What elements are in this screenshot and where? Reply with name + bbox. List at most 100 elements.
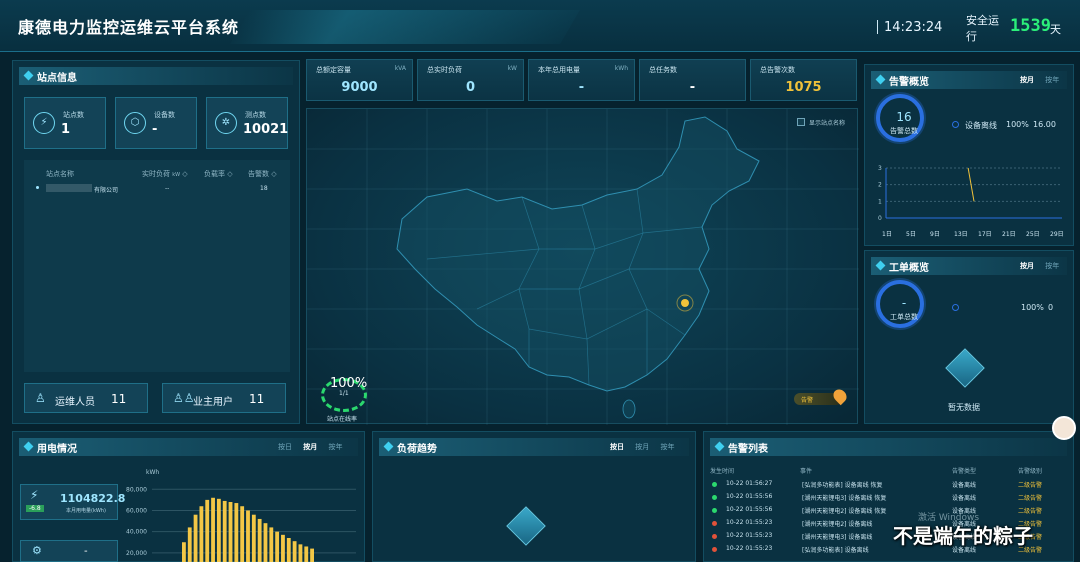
stat-value: 1 — [61, 122, 71, 137]
stat-label: 设备数 — [154, 111, 175, 119]
change-badge: -6.8 — [26, 505, 44, 512]
row-time: 10-22 01:55:23 — [726, 532, 773, 539]
row-event: [湖州天能锂电3] 设备离线 恢复 — [802, 495, 887, 502]
col-header-event: 事件 — [800, 468, 813, 475]
bar — [182, 542, 186, 562]
tab-month[interactable]: 按月 — [1020, 262, 1034, 270]
header-decoration — [230, 10, 580, 44]
table-row[interactable]: 10-22 01:56:27 [弘润多功能表] 设备离线 恢复 设备离线 二级告… — [706, 479, 1068, 491]
row-event: [弘润多功能表] 设备离线 — [802, 547, 869, 554]
work-overview-panel: 工单概览 按月 按年 — [864, 250, 1074, 424]
tab-year[interactable]: 按年 — [1045, 76, 1059, 84]
y-tick-label: 20,000 — [126, 550, 147, 557]
stat-point-count: ✲ 测点数 10021 — [206, 97, 288, 149]
bar — [193, 514, 198, 562]
bar — [228, 502, 233, 562]
diamond-icon — [875, 260, 886, 271]
table-header[interactable]: 告警数 ◇ — [248, 169, 277, 179]
alarm-total-label: 告警总数 — [890, 127, 918, 135]
panel-header: 负荷趋势 按日 按月 按年 — [379, 438, 689, 456]
legend-percent: 100% — [1006, 120, 1029, 129]
panel-title: 用电情况 — [37, 444, 77, 455]
row-time: 10-22 01:55:23 — [726, 545, 773, 552]
kpi-value: 1075 — [785, 80, 822, 95]
app-title: 康德电力监控运维云平台系统 — [18, 18, 240, 37]
kpi-label: 总任务数 — [649, 66, 677, 74]
col-header-level: 告警级别 — [1018, 468, 1043, 475]
tab-day[interactable]: 按日 — [610, 443, 624, 451]
bar — [205, 499, 210, 562]
tab-month[interactable]: 按月 — [1020, 76, 1034, 84]
panel-header: 用电情况 按日 按月 按年 — [19, 438, 358, 456]
bar — [234, 503, 239, 562]
china-map[interactable] — [306, 108, 859, 425]
bar — [216, 498, 221, 562]
stat-device-count: ⬡ 设备数 - — [115, 97, 197, 149]
row-time: 10-22 01:55:56 — [726, 493, 773, 500]
safe-run-days: 1539 — [1010, 16, 1051, 36]
kpi-label: 总额定容量 — [316, 66, 351, 74]
avatar[interactable] — [1052, 416, 1076, 440]
stat-station-count: ⚡ 站点数 1 — [24, 97, 106, 149]
tab-year[interactable]: 按年 — [660, 443, 674, 451]
row-event: [湖州天能锂电2] 设备离线 — [802, 521, 873, 528]
col-header-type: 告警类型 — [952, 468, 977, 475]
y-tick-label: 40,000 — [126, 529, 147, 536]
alarm-total-value: 16 — [896, 110, 912, 124]
stat-value: 10021 — [243, 122, 289, 137]
work-total-label: 工单总数 — [890, 313, 918, 321]
bar — [199, 506, 204, 562]
period-tabs: 按月 按年 — [1011, 75, 1059, 85]
table-header[interactable]: 实时负荷 kW ◇ — [142, 169, 188, 179]
legend-dot-icon — [952, 121, 959, 128]
kpi-label: 总告警次数 — [760, 66, 795, 74]
row-load: -- — [165, 185, 170, 192]
alarm-line-chart: 0 1 2 3 1日 5日 9日 13日 17日 21日 25日 29日 — [878, 165, 1064, 238]
tab-year[interactable]: 按年 — [328, 443, 342, 451]
ops-staff-card: ♙ 运维人员 11 — [24, 383, 148, 413]
kpi-total-tasks: 总任务数 - — [639, 59, 746, 101]
tab-month[interactable]: 按月 — [303, 443, 317, 451]
x-tick-label: 13日 — [954, 231, 968, 238]
table-row[interactable]: 10-22 01:55:56 [湖州天能锂电2] 设备离线 恢复 设备离线 二级… — [706, 505, 1068, 517]
header-label: 负载率 — [204, 170, 225, 178]
panel-title: 告警列表 — [728, 444, 768, 455]
panel-title: 工单概览 — [889, 263, 929, 274]
row-time: 10-22 01:56:27 — [726, 480, 773, 487]
panel-header: 站点信息 — [19, 67, 293, 85]
table-header: 站点名称 — [46, 170, 74, 178]
month-consumption-value: 1104822.8 — [60, 492, 126, 505]
show-names-checkbox[interactable] — [797, 118, 805, 126]
online-rate-label: 站点在线率 — [327, 416, 358, 423]
kpi-value: 0 — [465, 80, 476, 95]
tab-day[interactable]: 按日 — [278, 443, 292, 451]
x-tick-label: 9日 — [930, 231, 940, 238]
x-tick-label: 25日 — [1026, 231, 1040, 238]
blurred-name — [46, 184, 92, 192]
bar — [211, 497, 215, 562]
y-tick-label: 3 — [878, 165, 882, 172]
y-tick-label: 1 — [878, 198, 882, 205]
diamond-icon — [23, 441, 34, 452]
kpi-value: - — [689, 80, 696, 95]
show-names-label: 显示站点名称 — [809, 120, 846, 127]
bar — [298, 544, 303, 562]
x-tick-label: 1日 — [882, 231, 892, 238]
status-alarm-icon — [712, 534, 717, 539]
tab-year[interactable]: 按年 — [1045, 262, 1059, 270]
safe-run-label: 安全运行 — [966, 14, 999, 43]
bar — [187, 527, 192, 562]
kpi-year-consumption: 本年总用电量 kWh - — [528, 59, 635, 101]
person-label: 运维人员 — [55, 397, 95, 408]
table-header[interactable]: 负载率 ◇ — [204, 169, 233, 179]
clock: 14:23:24 — [884, 20, 943, 35]
table-row[interactable]: 10-22 01:55:56 [湖州天能锂电3] 设备离线 恢复 设备离线 二级… — [706, 492, 1068, 504]
tab-month[interactable]: 按月 — [635, 443, 649, 451]
diamond-icon — [714, 441, 725, 452]
kpi-label: 总实时负荷 — [427, 66, 462, 74]
kpi-value: 9000 — [341, 80, 378, 95]
bar — [246, 510, 250, 562]
power-bar-chart: kWh 80,000 60,000 40,000 20,000 — [126, 469, 356, 562]
legend-dot-icon — [952, 304, 959, 311]
legend-label: 设备离线 — [965, 121, 997, 130]
